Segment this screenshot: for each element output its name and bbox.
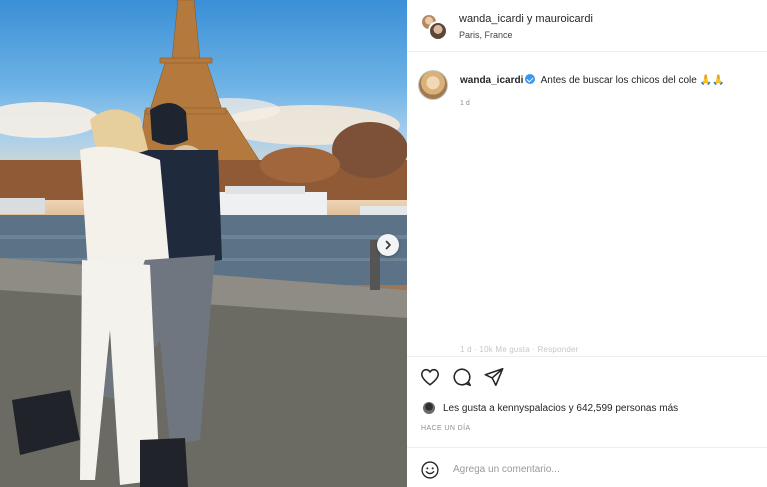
collab-avatars[interactable] [420,13,448,41]
comment-meta-line: 1 d · 10k Me gusta · Responder [460,345,579,354]
praying-hands-emoji: 🙏🙏 [699,75,725,86]
avatar [428,21,448,41]
post-authors[interactable]: wanda_icardi y mauroicardi [459,13,593,25]
instagram-post: wanda_icardi y mauroicardi Paris, France… [0,0,767,487]
post-location[interactable]: Paris, France [459,30,513,40]
heart-icon[interactable] [419,366,441,388]
post-header: wanda_icardi y mauroicardi Paris, France [407,0,767,52]
post-timestamp[interactable]: HACE UN DÍA [421,425,471,432]
caption-text: wanda_icardi Antes de buscar los chicos … [460,74,724,86]
action-bar [407,356,767,396]
chevron-right-icon [385,240,391,250]
caption-time: 1 d [460,100,470,107]
comment-icon[interactable] [451,366,473,388]
verified-badge-icon [525,74,536,84]
caption-body: Antes de buscar los chicos del cole [540,75,697,86]
caption-row: wanda_icardi Antes de buscar los chicos … [418,68,758,104]
caption-username[interactable]: wanda_icardi [460,75,523,86]
add-comment-bar [407,447,767,487]
emoji-icon[interactable] [420,460,440,480]
share-icon[interactable] [483,366,505,388]
likes-text: Les gusta a kennyspalacios y 642,599 per… [443,403,679,414]
eiffel-tower-couple-image [0,0,407,487]
avatar [423,402,435,414]
next-image-button[interactable] [377,234,399,256]
comment-input[interactable] [453,460,743,478]
caption-avatar[interactable] [418,70,448,100]
post-side-panel: wanda_icardi y mauroicardi Paris, France… [407,0,767,487]
post-photo[interactable] [0,0,407,487]
